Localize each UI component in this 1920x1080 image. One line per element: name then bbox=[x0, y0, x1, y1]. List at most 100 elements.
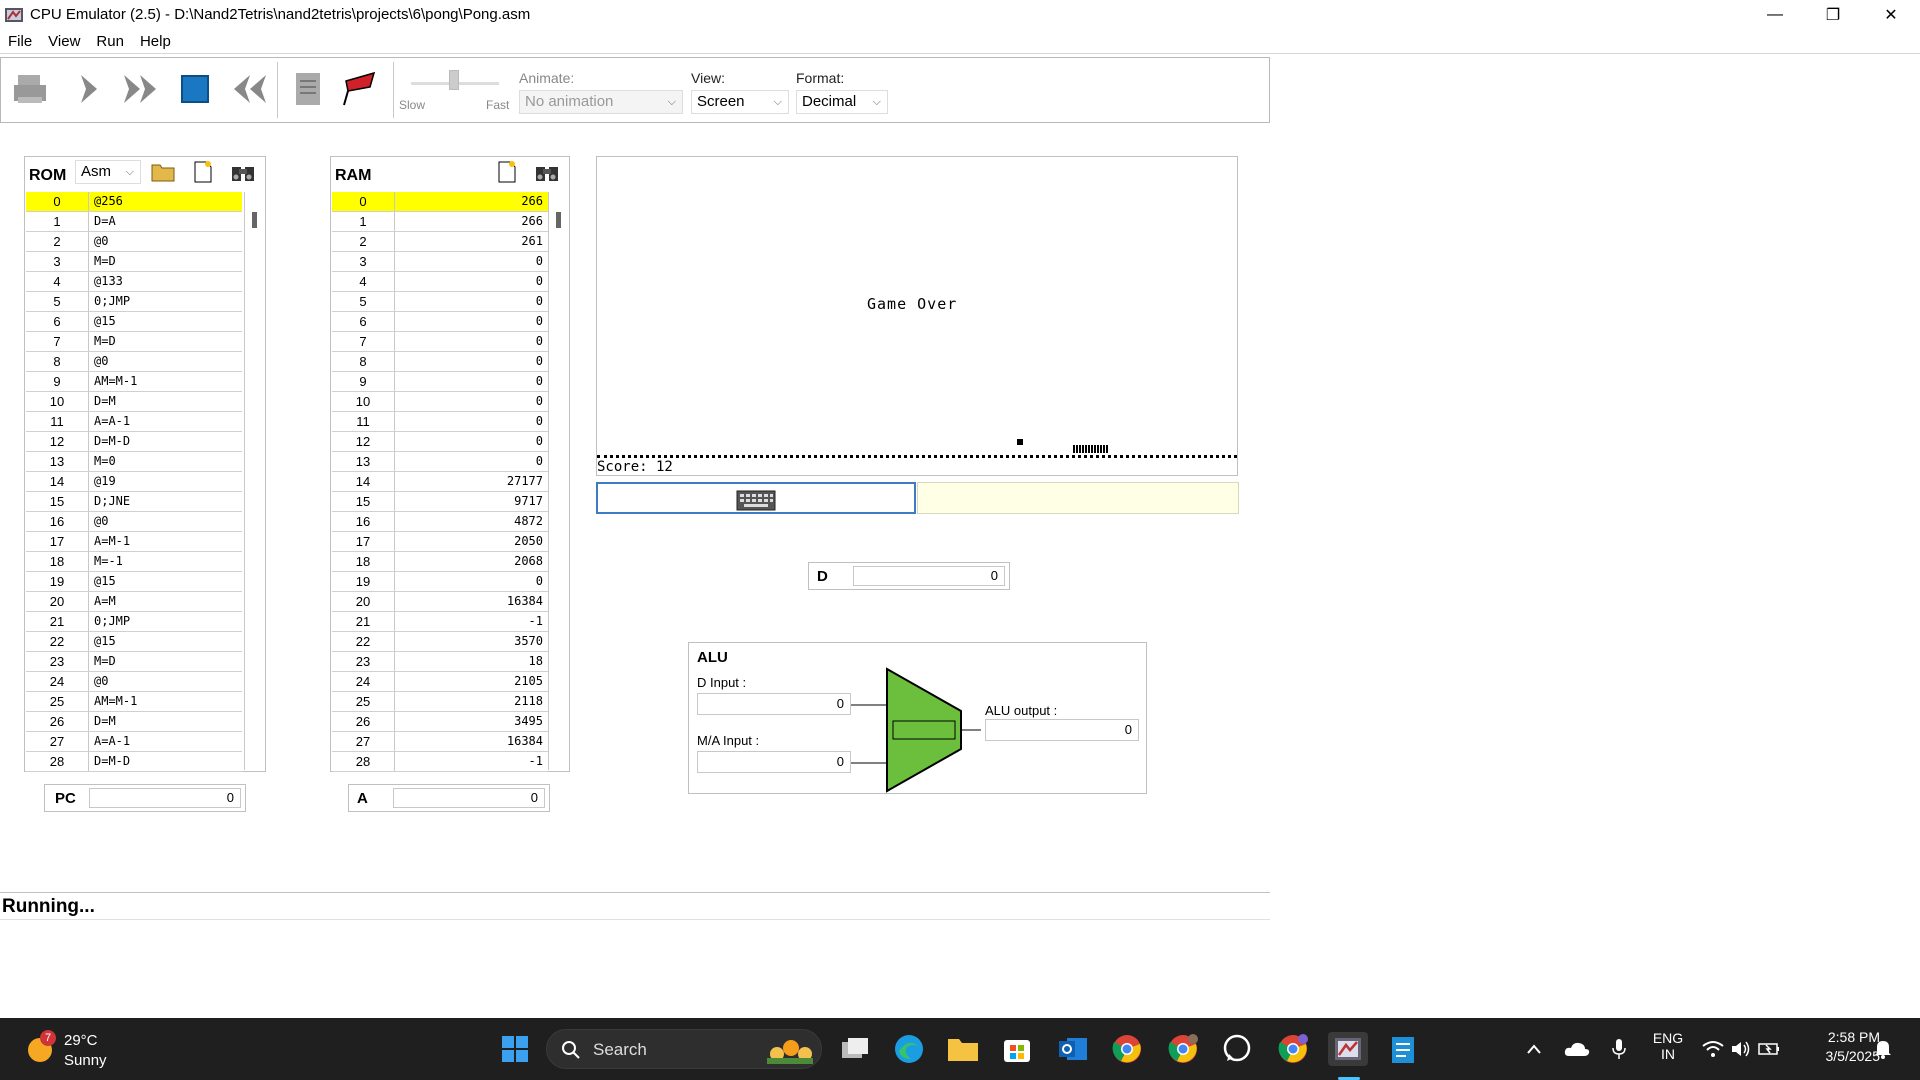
rom-row[interactable]: 28 D=M-D bbox=[26, 752, 242, 772]
ram-row[interactable]: 2 261 bbox=[332, 232, 548, 252]
rom-row[interactable]: 19 @15 bbox=[26, 572, 242, 592]
rom-row[interactable]: 10 D=M bbox=[26, 392, 242, 412]
menu-file[interactable]: File bbox=[0, 33, 40, 50]
ram-row[interactable]: 90 bbox=[332, 372, 548, 392]
close-button[interactable]: ✕ bbox=[1862, 0, 1920, 29]
search-box[interactable]: Search bbox=[546, 1029, 822, 1069]
pc-value-field[interactable]: 0 bbox=[89, 788, 241, 808]
rom-row[interactable]: 6 @15 bbox=[26, 312, 242, 332]
language-indicator[interactable]: ENG IN bbox=[1650, 1030, 1686, 1062]
ram-row[interactable]: 15 9717 bbox=[332, 492, 548, 512]
maximize-button[interactable]: ❐ bbox=[1804, 0, 1862, 29]
minimize-button[interactable]: — bbox=[1746, 0, 1804, 29]
menu-help[interactable]: Help bbox=[132, 33, 179, 50]
ram-row[interactable]: 12 0 bbox=[332, 432, 548, 452]
rom-row[interactable]: 9 AM=M-1 bbox=[26, 372, 242, 392]
format-select[interactable]: Decimal ⌵ bbox=[796, 90, 888, 114]
ram-row[interactable]: 26 3495 bbox=[332, 712, 548, 732]
rom-row[interactable]: 20 A=M bbox=[26, 592, 242, 612]
microphone-button[interactable] bbox=[1604, 1032, 1634, 1066]
binoculars-icon[interactable] bbox=[534, 161, 560, 183]
ram-row[interactable]: 14 27177 bbox=[332, 472, 548, 492]
menu-run[interactable]: Run bbox=[88, 33, 132, 50]
rom-row[interactable]: 13 M=0 bbox=[26, 452, 242, 472]
alu-output-field[interactable]: 0 bbox=[985, 719, 1139, 741]
rom-row[interactable]: 8 @0 bbox=[26, 352, 242, 372]
ram-row[interactable]: 20 16384 bbox=[332, 592, 548, 612]
new-file-icon[interactable] bbox=[497, 160, 517, 184]
rom-row[interactable]: 14 @19 bbox=[26, 472, 242, 492]
d-value-field[interactable]: 0 bbox=[853, 566, 1005, 586]
ram-row[interactable]: 16 4872 bbox=[332, 512, 548, 532]
whatsapp-button[interactable] bbox=[1220, 1032, 1254, 1066]
ram-row[interactable]: 19 0 bbox=[332, 572, 548, 592]
ram-row[interactable]: 30 bbox=[332, 252, 548, 272]
task-view-button[interactable] bbox=[838, 1032, 872, 1066]
ram-row[interactable]: 25 2118 bbox=[332, 692, 548, 712]
tray-expand-button[interactable] bbox=[1522, 1032, 1546, 1066]
rom-format-select[interactable]: Asm ⌵ bbox=[75, 160, 141, 184]
rom-row[interactable]: 21 0;JMP bbox=[26, 612, 242, 632]
notepad-button[interactable] bbox=[1386, 1032, 1420, 1066]
folder-icon[interactable] bbox=[151, 161, 175, 183]
rom-row[interactable]: 25 AM=M-1 bbox=[26, 692, 242, 712]
start-button[interactable] bbox=[498, 1032, 532, 1066]
edge-button[interactable] bbox=[892, 1032, 926, 1066]
ram-row[interactable]: 60 bbox=[332, 312, 548, 332]
battery-button[interactable] bbox=[1756, 1032, 1782, 1066]
load-program-button[interactable] bbox=[7, 66, 53, 112]
clock[interactable]: 2:58 PM 3/5/2025 bbox=[1790, 1029, 1881, 1064]
chrome-profile-2-button[interactable] bbox=[1276, 1032, 1310, 1066]
ram-row[interactable]: 21 -1 bbox=[332, 612, 548, 632]
ram-row[interactable]: 13 0 bbox=[332, 452, 548, 472]
ram-row[interactable]: 24 2105 bbox=[332, 672, 548, 692]
ram-row[interactable]: 23 18 bbox=[332, 652, 548, 672]
breakpoints-button[interactable] bbox=[337, 66, 383, 112]
onedrive-button[interactable] bbox=[1562, 1032, 1592, 1066]
ram-row[interactable]: 0 266 bbox=[332, 192, 548, 212]
rom-row[interactable]: 3 M=D bbox=[26, 252, 242, 272]
speed-slider[interactable] bbox=[411, 68, 499, 98]
rom-row[interactable]: 22 @15 bbox=[26, 632, 242, 652]
rom-row[interactable]: 2 @0 bbox=[26, 232, 242, 252]
view-select[interactable]: Screen ⌵ bbox=[691, 90, 789, 114]
keyboard-input[interactable] bbox=[596, 482, 916, 514]
ram-row[interactable]: 17 2050 bbox=[332, 532, 548, 552]
reset-button[interactable] bbox=[225, 66, 271, 112]
weather-widget[interactable]: 7 29°C Sunny bbox=[24, 1028, 134, 1072]
run-button[interactable] bbox=[119, 66, 165, 112]
ram-scrollbar[interactable] bbox=[548, 192, 568, 770]
rom-row[interactable]: 11 A=A-1 bbox=[26, 412, 242, 432]
single-step-button[interactable] bbox=[67, 66, 113, 112]
store-button[interactable] bbox=[1000, 1032, 1034, 1066]
file-explorer-button[interactable] bbox=[946, 1032, 980, 1066]
ram-row[interactable]: 40 bbox=[332, 272, 548, 292]
notifications-button[interactable] bbox=[1868, 1032, 1898, 1066]
ram-row[interactable]: 1 266 bbox=[332, 212, 548, 232]
volume-button[interactable] bbox=[1728, 1032, 1754, 1066]
chrome-button[interactable] bbox=[1110, 1032, 1144, 1066]
rom-row[interactable]: 15 D;JNE bbox=[26, 492, 242, 512]
binoculars-icon[interactable] bbox=[230, 161, 256, 183]
outlook-button[interactable] bbox=[1056, 1032, 1090, 1066]
rom-row[interactable]: 27 A=A-1 bbox=[26, 732, 242, 752]
rom-row[interactable]: 24 @0 bbox=[26, 672, 242, 692]
script-button[interactable] bbox=[285, 66, 331, 112]
rom-row[interactable]: 1 D=A bbox=[26, 212, 242, 232]
wifi-button[interactable] bbox=[1700, 1032, 1726, 1066]
stop-button[interactable] bbox=[172, 66, 218, 112]
ram-row[interactable]: 80 bbox=[332, 352, 548, 372]
ram-row[interactable]: 27 16384 bbox=[332, 732, 548, 752]
ram-row[interactable]: 28 -1 bbox=[332, 752, 548, 772]
ram-row[interactable]: 11 0 bbox=[332, 412, 548, 432]
ram-row[interactable]: 10 0 bbox=[332, 392, 548, 412]
menu-view[interactable]: View bbox=[40, 33, 88, 50]
rom-row[interactable]: 5 0;JMP bbox=[26, 292, 242, 312]
ram-row[interactable]: 50 bbox=[332, 292, 548, 312]
ram-row[interactable]: 18 2068 bbox=[332, 552, 548, 572]
rom-row[interactable]: 26 D=M bbox=[26, 712, 242, 732]
d-input-field[interactable]: 0 bbox=[697, 693, 851, 715]
rom-row[interactable]: 23 M=D bbox=[26, 652, 242, 672]
animate-select[interactable]: No animation ⌵ bbox=[519, 90, 683, 114]
rom-row[interactable]: 17 A=M-1 bbox=[26, 532, 242, 552]
